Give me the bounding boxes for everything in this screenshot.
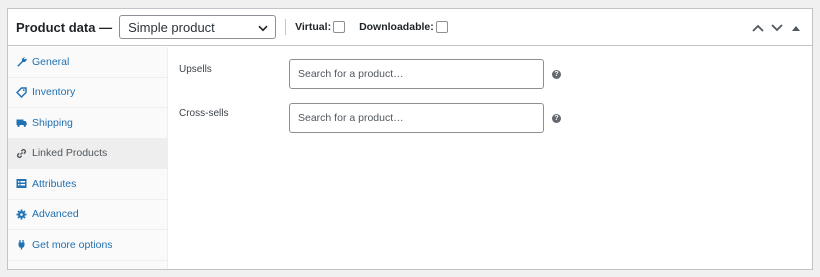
tab-linked-products-label: Linked Products <box>32 147 108 160</box>
tab-inventory[interactable]: Inventory <box>8 78 167 108</box>
tab-inventory-label: Inventory <box>32 86 76 99</box>
tab-general[interactable]: General <box>8 47 167 78</box>
tag-icon <box>16 87 27 98</box>
header-divider <box>285 19 287 35</box>
wrench-icon <box>16 56 27 67</box>
move-down-icon[interactable] <box>769 20 785 36</box>
tab-get-more-options[interactable]: Get more options <box>8 230 167 261</box>
link-icon <box>16 148 27 159</box>
upsells-label: Upsells <box>179 64 212 75</box>
downloadable-label: Downloadable: <box>359 21 434 33</box>
downloadable-option[interactable]: Downloadable: <box>359 21 448 33</box>
list-icon <box>16 178 27 189</box>
upsells-placeholder: Search for a product… <box>298 68 404 80</box>
cross-sells-placeholder: Search for a product… <box>298 112 404 124</box>
cross-sells-help-icon[interactable]: ? <box>552 114 561 123</box>
tab-get-more-options-label: Get more options <box>32 238 113 251</box>
product-data-tabs: General Inventory Shipping Linked Produc… <box>8 47 168 269</box>
virtual-label: Virtual: <box>295 21 332 33</box>
panel-title: Product data — <box>16 19 113 35</box>
cross-sells-label: Cross-sells <box>179 108 229 119</box>
tab-advanced-label: Advanced <box>32 208 79 221</box>
move-up-icon[interactable] <box>750 20 766 36</box>
panel-controls <box>747 20 804 36</box>
tab-attributes-label: Attributes <box>32 177 77 190</box>
product-type-value: Simple product <box>128 19 215 35</box>
chevron-down-icon <box>258 20 268 35</box>
tab-advanced[interactable]: Advanced <box>8 200 167 230</box>
product-type-select[interactable]: Simple product <box>119 15 277 39</box>
upsells-search-input[interactable]: Search for a product… <box>289 59 544 89</box>
plugin-icon <box>16 239 27 250</box>
panel-header: Product data — Simple product Virtual: D… <box>8 9 812 46</box>
tab-attributes[interactable]: Attributes <box>8 169 167 200</box>
downloadable-checkbox[interactable] <box>435 21 448 33</box>
truck-icon <box>16 117 27 128</box>
tab-shipping-label: Shipping <box>32 116 73 129</box>
upsells-help-icon[interactable]: ? <box>552 70 561 79</box>
tab-shipping[interactable]: Shipping <box>8 108 167 139</box>
cross-sells-search-input[interactable]: Search for a product… <box>289 103 544 133</box>
tab-linked-products[interactable]: Linked Products <box>8 138 167 169</box>
gear-icon <box>16 209 27 220</box>
linked-products-panel: Upsells Search for a product… ? Cross-se… <box>169 47 812 269</box>
virtual-checkbox[interactable] <box>333 21 346 33</box>
virtual-option[interactable]: Virtual: <box>295 21 346 33</box>
tab-general-label: General <box>32 55 70 68</box>
collapse-triangle-icon[interactable] <box>788 20 804 36</box>
product-data-panel: Product data — Simple product Virtual: D… <box>7 8 813 270</box>
